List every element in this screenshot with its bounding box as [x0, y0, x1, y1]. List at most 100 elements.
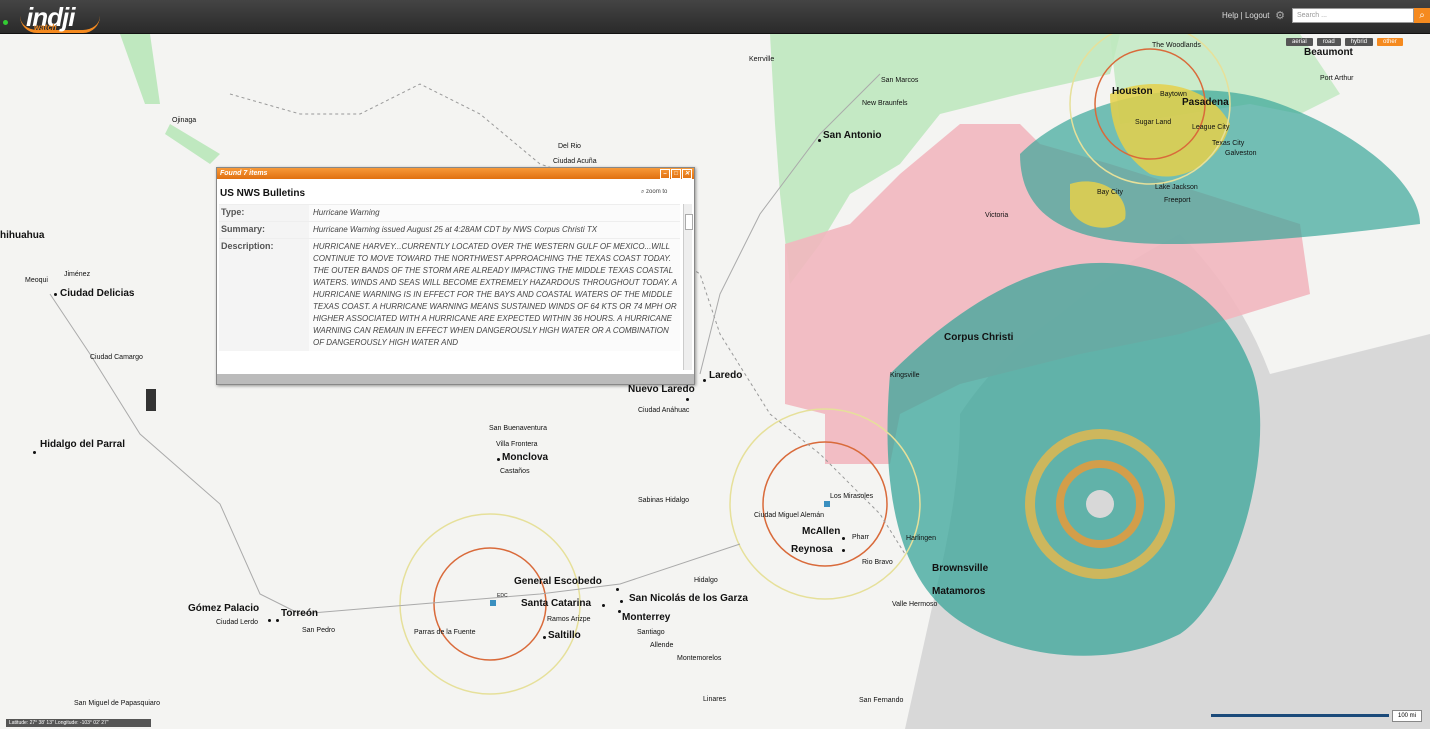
city-dot: [818, 139, 821, 142]
city-label: McAllen: [802, 526, 841, 537]
search-input[interactable]: Search ...: [1292, 8, 1414, 23]
city-dot: [54, 293, 57, 296]
city-label: Ciudad Delicias: [60, 288, 135, 299]
radar-site-mcallen[interactable]: [824, 501, 830, 507]
place-label: Harlingen: [906, 535, 936, 542]
detail-key: Type:: [219, 205, 309, 221]
popup-footer: [217, 374, 694, 384]
latitude: Latitude: 27° 38' 13": [9, 720, 54, 726]
map-svg[interactable]: [0, 34, 1430, 729]
place-label: Texas City: [1212, 140, 1245, 147]
place-label: Linares: [703, 696, 726, 703]
logo-sub: watch: [34, 23, 57, 32]
place-label: Parras de la Fuente: [414, 629, 476, 636]
map-type-other[interactable]: other: [1377, 38, 1403, 46]
popup-header[interactable]: Found 7 items – □ ✕: [217, 168, 694, 179]
place-label: Ciudad Lerdo: [216, 619, 259, 626]
map-type-hybrid[interactable]: hybrid: [1344, 38, 1374, 46]
detail-row: Type: Hurricane Warning: [219, 204, 680, 221]
place-label: Lake Jackson: [1155, 184, 1198, 191]
place-label: New Braunfels: [862, 100, 908, 107]
city-label: Torreón: [281, 608, 319, 619]
city-label: Beaumont: [1304, 47, 1353, 58]
minimize-icon[interactable]: –: [660, 169, 670, 179]
city-label: Monterrey: [622, 612, 671, 623]
place-label: San Buenaventura: [489, 425, 547, 432]
place-label: Los Mirasoles: [830, 493, 874, 500]
city-label: General Escobedo: [514, 576, 602, 587]
detail-key: Description:: [219, 239, 309, 351]
place-label: San Marcos: [881, 77, 919, 84]
scale-bar: [1211, 714, 1389, 717]
popup-scrollbar[interactable]: [683, 204, 693, 370]
place-label: Del Rio: [558, 143, 581, 150]
city-label: Laredo: [709, 370, 743, 381]
place-label: League City: [1192, 124, 1230, 131]
city-label: Corpus Christi: [944, 332, 1014, 343]
close-icon[interactable]: ✕: [682, 169, 692, 179]
place-label: Port Arthur: [1320, 75, 1354, 82]
gear-icon[interactable]: ⚙: [1274, 10, 1286, 22]
popup-title: US NWS Bulletins: [220, 188, 306, 199]
city-label: Nuevo Laredo: [628, 384, 695, 395]
place-label: Bay City: [1097, 189, 1124, 196]
city-label: Gómez Palacio: [188, 603, 260, 614]
city-dot: [33, 451, 36, 454]
place-label: Valle Hermoso: [892, 601, 938, 608]
search-icon: ⌕: [1419, 10, 1425, 21]
place-label: Hidalgo: [694, 577, 718, 584]
place-label: The Woodlands: [1152, 42, 1201, 49]
app-logo[interactable]: indji watch: [20, 2, 104, 33]
place-label: Ramos Arizpe: [547, 616, 591, 623]
place-label: Jiménez: [64, 271, 91, 278]
place-label: San Pedro: [302, 627, 336, 634]
map-type-aerial[interactable]: aerial: [1286, 38, 1313, 46]
radar-site-edc[interactable]: [490, 600, 496, 606]
popup-header-text: Found 7 items: [220, 170, 268, 177]
scale-label: 100 mi: [1392, 710, 1422, 722]
top-toolbar: indji watch Help | Logout ⚙ Search ... ⌕: [0, 0, 1430, 34]
place-label: Kingsville: [890, 372, 920, 379]
place-label: Kerrville: [749, 56, 775, 63]
place-label: Victoria: [985, 212, 1009, 219]
help-link[interactable]: Help: [1222, 11, 1238, 20]
place-label: Castaños: [500, 468, 530, 475]
detail-row: Description: HURRICANE HARVEY...CURRENTLY…: [219, 238, 680, 351]
zoom-to-link[interactable]: ⌕ zoom to: [641, 189, 667, 196]
detail-key: Summary:: [219, 222, 309, 238]
status-indicator: [3, 20, 8, 25]
place-label: Sugar Land: [1135, 119, 1172, 126]
map-type-road[interactable]: road: [1316, 38, 1341, 46]
bulletin-popup[interactable]: Found 7 items – □ ✕ US NWS Bulletins ⌕ z…: [216, 167, 695, 385]
map-canvas[interactable]: Ciudad Delicias Hidalgo del Parral Gómez…: [0, 34, 1430, 729]
map-side-control[interactable]: [146, 389, 156, 411]
scrollbar-thumb[interactable]: [685, 214, 693, 230]
map-type-switcher: aerial road hybrid other: [1286, 38, 1403, 46]
city-dot: [686, 398, 689, 401]
city-dot: [268, 619, 271, 622]
city-dot: [620, 600, 623, 603]
place-label: Pharr: [852, 534, 870, 541]
city-label: San Nicolás de los Garza: [629, 593, 748, 604]
city-label: Matamoros: [932, 586, 986, 597]
city-dot: [276, 619, 279, 622]
city-label: Santa Catarina: [521, 598, 592, 609]
city-dot: [543, 636, 546, 639]
city-label: Monclova: [502, 452, 549, 463]
city-dot: [616, 588, 619, 591]
place-label: Ciudad Miguel Alemán: [754, 512, 825, 519]
city-label: Saltillo: [548, 630, 581, 641]
place-label: Ciudad Camargo: [90, 354, 143, 361]
expand-icon[interactable]: □: [671, 169, 681, 179]
city-dot: [842, 537, 845, 540]
logout-link[interactable]: Logout: [1245, 11, 1269, 20]
detail-value: Hurricane Warning: [309, 205, 680, 221]
place-label: San Fernando: [859, 697, 904, 704]
city-dot: [602, 604, 605, 607]
city-label: Brownsville: [932, 563, 989, 574]
popup-controls: – □ ✕: [660, 169, 692, 179]
hurricane-eye: [1086, 490, 1114, 518]
search-button[interactable]: ⌕: [1414, 8, 1430, 23]
coordinate-readout: Latitude: 27° 38' 13" Longitude: -103° 0…: [6, 719, 151, 727]
place-label: Galveston: [1225, 150, 1257, 157]
